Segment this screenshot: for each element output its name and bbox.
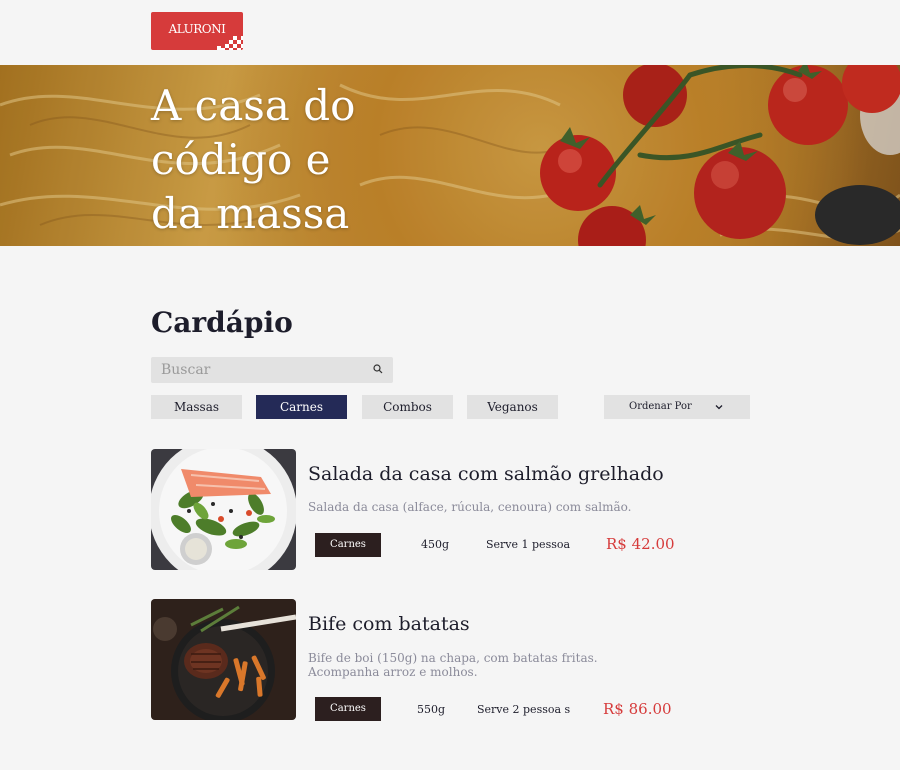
filter-combos-button[interactable]: Combos bbox=[362, 395, 453, 419]
item-weight: 450g bbox=[421, 538, 450, 551]
logo-text: ALURONI bbox=[168, 22, 226, 36]
sort-dropdown[interactable]: Ordenar Por bbox=[604, 395, 750, 419]
item-price: R$ 86.00 bbox=[603, 700, 672, 718]
item-category-badge: Carnes bbox=[315, 697, 381, 721]
item-weight: 550g bbox=[417, 703, 446, 716]
menu-item-card[interactable]: Bife com batatas Bife de boi (150g) na c… bbox=[151, 599, 751, 721]
checkered-pattern-icon bbox=[217, 36, 243, 50]
item-serves: Serve 1 pessoa bbox=[486, 538, 571, 551]
item-title: Bife com batatas bbox=[308, 613, 470, 635]
aluroni-logo[interactable]: ALURONI bbox=[151, 12, 243, 50]
search-box[interactable] bbox=[151, 357, 393, 383]
menu-title: Cardápio bbox=[151, 306, 293, 339]
chevron-down-icon bbox=[715, 405, 723, 410]
filter-massas-button[interactable]: Massas bbox=[151, 395, 242, 419]
item-category-badge: Carnes bbox=[315, 533, 381, 557]
salmon-salad-photo bbox=[151, 449, 296, 570]
steak-fries-photo bbox=[151, 599, 296, 720]
hero-line-3: da massa bbox=[151, 189, 350, 238]
top-header: ALURONI bbox=[0, 0, 900, 65]
hero-banner: A casa do código e da massa bbox=[0, 65, 900, 246]
search-icon[interactable] bbox=[373, 364, 383, 374]
menu-item-card[interactable]: Salada da casa com salmão grelhado Salad… bbox=[151, 449, 751, 571]
sort-label: Ordenar Por bbox=[629, 401, 692, 412]
item-description: Bife de boi (150g) na chapa, com batatas… bbox=[308, 651, 598, 679]
hero-title: A casa do código e da massa bbox=[151, 79, 355, 241]
item-description: Salada da casa (alface, rúcula, cenoura)… bbox=[308, 500, 632, 514]
item-title: Salada da casa com salmão grelhado bbox=[308, 463, 664, 485]
filter-carnes-button[interactable]: Carnes bbox=[256, 395, 347, 419]
item-serves: Serve 2 pessoa s bbox=[477, 703, 571, 716]
hero-line-2: código e bbox=[151, 135, 331, 184]
pasta-tomato-photo bbox=[0, 65, 900, 246]
item-price: R$ 42.00 bbox=[606, 535, 675, 553]
search-input[interactable] bbox=[161, 360, 361, 380]
filter-veganos-button[interactable]: Veganos bbox=[467, 395, 558, 419]
hero-line-1: A casa do bbox=[151, 81, 356, 130]
